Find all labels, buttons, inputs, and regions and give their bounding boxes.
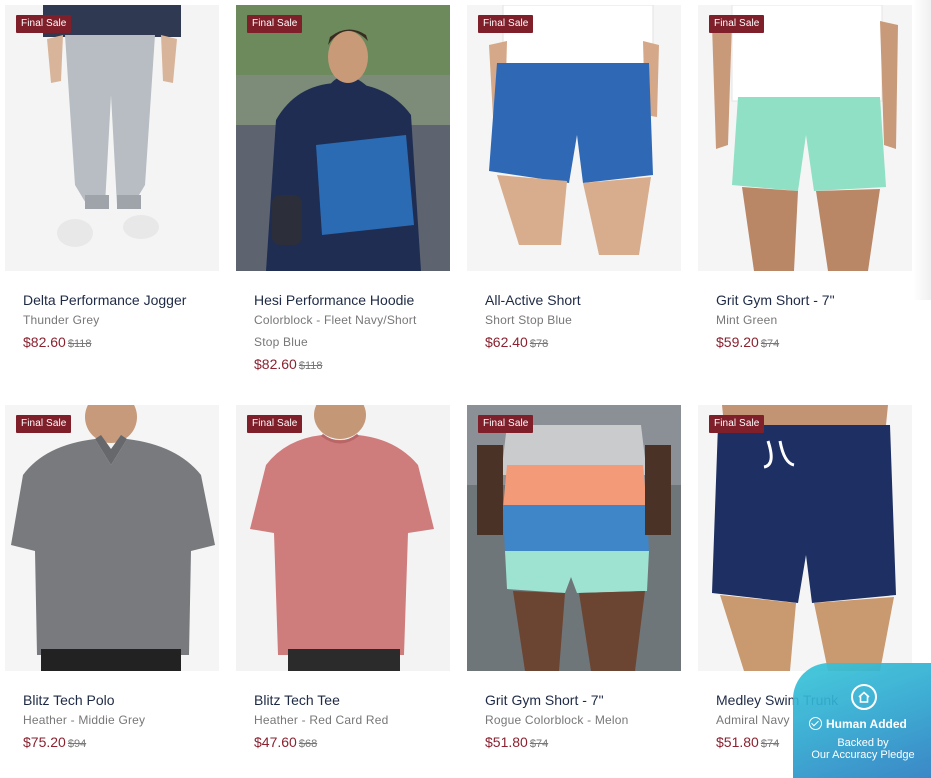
human-added-text: Human Added — [826, 717, 907, 731]
compare-price: $118 — [67, 338, 92, 350]
product-info: Grit Gym Short - 7" Rogue Colorblock - M… — [485, 691, 629, 755]
product-info: Delta Performance Jogger Thunder Grey $8… — [23, 291, 186, 355]
sale-price: $59.20 — [716, 334, 759, 350]
pledge-text: Our Accuracy Pledge — [811, 749, 915, 761]
product-title[interactable]: Hesi Performance Hoodie — [254, 291, 417, 309]
accuracy-pledge-widget[interactable]: Human Added Backed by Our Accuracy Pledg… — [793, 663, 931, 778]
product-card[interactable]: Final Sale Hesi Performance Hoodie Color… — [236, 5, 450, 372]
product-info: All-Active Short Short Stop Blue $62.40 $… — [485, 291, 581, 355]
product-card[interactable]: Final Sale Blitz Tech Tee Heather - Red … — [236, 405, 450, 750]
product-image[interactable]: Final Sale — [5, 405, 219, 671]
compare-price: $74 — [760, 738, 780, 750]
sale-price: $82.60 — [23, 334, 66, 350]
compare-price: $68 — [298, 738, 318, 750]
price-row: $62.40 $78 — [485, 331, 581, 355]
product-image[interactable]: Final Sale — [698, 405, 912, 671]
final-sale-badge: Final Sale — [478, 15, 534, 33]
sale-price: $62.40 — [485, 334, 528, 350]
sale-price: $82.60 — [254, 356, 297, 372]
product-info: Blitz Tech Tee Heather - Red Card Red $4… — [254, 691, 388, 755]
product-image[interactable]: Final Sale — [236, 405, 450, 671]
product-grid: Final Sale Delta Performance Jogger Thun… — [0, 0, 931, 778]
price-row: $82.60 $118 — [23, 331, 186, 355]
backed-by-text: Backed by — [837, 737, 889, 749]
final-sale-badge: Final Sale — [247, 415, 303, 433]
product-card[interactable]: Final Sale Medley Swim Trunk Admiral Nav… — [698, 405, 912, 750]
product-card[interactable]: Final Sale All-Active Short Short Stop B… — [467, 5, 681, 350]
product-card[interactable]: Final Sale Blitz Tech Polo Heather - Mid… — [5, 405, 219, 750]
price-row: $59.20 $74 — [716, 331, 835, 355]
product-image[interactable]: Final Sale — [467, 5, 681, 271]
product-title[interactable]: Grit Gym Short - 7" — [716, 291, 835, 309]
product-variant: Heather - Middie Grey — [23, 713, 146, 727]
edge-shadow — [913, 0, 931, 300]
price-row: $47.60 $68 — [254, 731, 388, 755]
sale-price: $51.80 — [485, 734, 528, 750]
compare-price: $74 — [529, 738, 549, 750]
product-title[interactable]: Blitz Tech Tee — [254, 691, 388, 709]
product-card[interactable]: Final Sale Delta Performance Jogger Thun… — [5, 5, 219, 350]
compare-price: $118 — [298, 360, 323, 372]
price-row: $82.60 $118 — [254, 353, 417, 377]
product-title[interactable]: Grit Gym Short - 7" — [485, 691, 629, 709]
sale-price: $75.20 — [23, 734, 66, 750]
final-sale-badge: Final Sale — [247, 15, 303, 33]
product-image[interactable]: Final Sale — [698, 5, 912, 271]
final-sale-badge: Final Sale — [16, 415, 72, 433]
product-image[interactable]: Final Sale — [236, 5, 450, 271]
final-sale-badge: Final Sale — [709, 15, 765, 33]
product-title[interactable]: All-Active Short — [485, 291, 581, 309]
product-variant-line2: Stop Blue — [254, 335, 308, 349]
home-icon — [851, 684, 877, 710]
sale-price: $51.80 — [716, 734, 759, 750]
product-variant: Colorblock - Fleet Navy/Short — [254, 313, 417, 327]
product-image[interactable]: Final Sale — [467, 405, 681, 671]
product-variant: Rogue Colorblock - Melon — [485, 713, 629, 727]
product-variant: Mint Green — [716, 313, 778, 327]
product-variant: Short Stop Blue — [485, 313, 573, 327]
product-info: Blitz Tech Polo Heather - Middie Grey $7… — [23, 691, 145, 755]
product-title[interactable]: Blitz Tech Polo — [23, 691, 145, 709]
product-variant: Thunder Grey — [23, 313, 100, 327]
compare-price: $94 — [67, 738, 87, 750]
price-row: $51.80 $74 — [485, 731, 629, 755]
human-added-label: Human Added — [809, 717, 907, 731]
compare-price: $74 — [760, 338, 780, 350]
product-card[interactable]: Final Sale Grit Gym Short - 7" Rogue Col… — [467, 405, 681, 750]
product-title[interactable]: Delta Performance Jogger — [23, 291, 186, 309]
price-row: $75.20 $94 — [23, 731, 145, 755]
compare-price: $78 — [529, 338, 549, 350]
product-info: Hesi Performance Hoodie Colorblock - Fle… — [254, 291, 417, 377]
product-variant: Heather - Red Card Red — [254, 713, 389, 727]
sale-price: $47.60 — [254, 734, 297, 750]
check-circle-icon — [809, 717, 822, 730]
product-card[interactable]: Final Sale Grit Gym Short - 7" Mint Gree… — [698, 5, 912, 350]
final-sale-badge: Final Sale — [709, 415, 765, 433]
product-image[interactable]: Final Sale — [5, 5, 219, 271]
product-info: Grit Gym Short - 7" Mint Green $59.20 $74 — [716, 291, 835, 355]
final-sale-badge: Final Sale — [478, 415, 534, 433]
final-sale-badge: Final Sale — [16, 15, 72, 33]
